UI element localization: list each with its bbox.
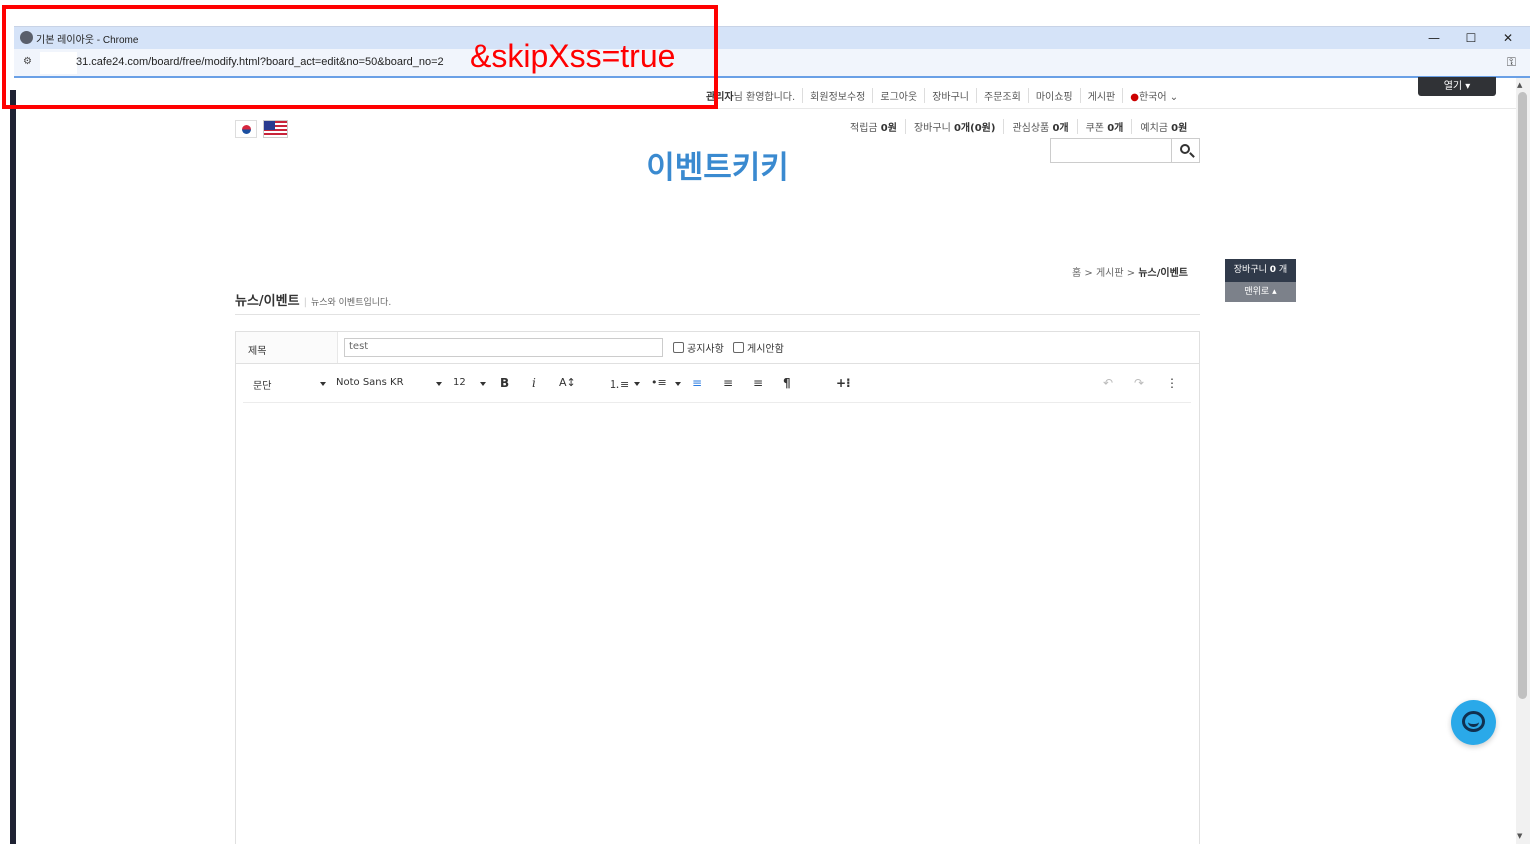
search-input[interactable] [1050,138,1172,163]
caret-up-icon: ▴ [1272,287,1277,297]
scroll-top-button[interactable]: 맨위로 ▴ [1225,282,1296,302]
menu-myshop[interactable]: 마이쇼핑 [1027,87,1080,103]
caret-down-icon [675,382,681,386]
notice-checkbox[interactable] [673,342,684,353]
coupon-info[interactable]: 쿠폰 0개 [1076,119,1132,134]
editor-body[interactable] [243,404,1191,844]
menu-cart[interactable]: 장바구니 [924,87,976,103]
bold-icon[interactable]: B [500,376,509,390]
member-info-line: 적립금 0원 장바구니 0개(0원) 관심상품 0개 쿠폰 0개 예치금 0원 [850,119,1195,134]
usa-flag-icon[interactable] [263,120,288,138]
unordered-list-icon[interactable]: •≡ [651,376,667,389]
cart-info[interactable]: 장바구니 0개(0원) [904,119,1003,134]
font-size-icon[interactable]: A↕ [559,376,576,389]
maximize-button[interactable]: ☐ [1456,29,1486,47]
scrollbar-thumb[interactable] [1518,92,1527,699]
insert-more-icon[interactable]: +⁝ [836,376,851,390]
menu-board[interactable]: 게시판 [1079,87,1123,103]
open-button[interactable]: 열기 ▾ [1418,77,1496,96]
top-menu: 관리자님 환영합니다. 회원정보수정 로그아웃 장바구니 주문조회 마이쇼핑 게… [706,87,1185,103]
hide-checkbox[interactable] [733,342,744,353]
deposit-info[interactable]: 예치금 0원 [1131,119,1195,134]
quick-cart-button[interactable]: 장바구니 0 개 [1225,259,1296,282]
ordered-list-icon[interactable]: ⒈≡ [609,376,629,392]
hide-label: 게시안함 [747,344,784,355]
annotation-text: &skipXss=true [470,38,676,74]
welcome-text: 관리자님 환영합니다. [706,91,796,103]
chat-button[interactable] [1451,700,1496,745]
font-family-select[interactable]: Noto Sans KR [336,377,404,388]
mileage-info[interactable]: 적립금 0원 [850,119,905,134]
subject-label: 제목 [236,332,338,363]
editor-toolbar: 문단 Noto Sans KR 12 B i A↕ ⒈≡ •≡ ≡ ≡ ≡ ¶ … [243,372,1191,403]
paragraph-format-icon[interactable]: ¶ [783,376,791,390]
board-title: 뉴스/이벤트 | 뉴스와 이벤트입니다. [235,294,392,309]
scroll-up-icon[interactable]: ▲ [1517,81,1522,89]
undo-icon[interactable]: ↶ [1103,376,1113,390]
breadcrumb-board[interactable]: 게시판 [1096,268,1124,279]
breadcrumb-home[interactable]: 홈 [1072,268,1081,279]
wishlist-info[interactable]: 관심상품 0개 [1003,119,1076,134]
site-logo[interactable]: 이벤트키키 [560,142,875,187]
notice-label: 공지사항 [687,344,724,355]
caret-down-icon [634,382,640,386]
page-title: 뉴스/이벤트 [235,294,300,309]
menu-order-lookup[interactable]: 주문조회 [976,87,1028,103]
subject-input[interactable]: test [344,338,663,357]
scroll-down-icon[interactable]: ▼ [1517,832,1522,840]
chevron-down-icon: ⌄ [1169,91,1179,103]
breadcrumb: 홈 > 게시판 > 뉴스/이벤트 [1072,268,1188,279]
paragraph-select[interactable]: 문단 [253,377,271,392]
minimize-button[interactable]: — [1419,29,1449,47]
language-select[interactable]: ●한국어 ⌄ [1122,87,1185,103]
align-center-icon[interactable]: ≡ [723,376,733,390]
caret-down-icon [480,382,486,386]
align-right-icon[interactable]: ≡ [753,376,763,390]
more-options-icon[interactable]: ⋮ [1166,376,1178,390]
caret-down-icon [436,382,442,386]
screen: 기본 레이아웃 - Chrome — ☐ ✕ ⚙ 31.cafe24.com/b… [0,0,1533,844]
menu-logout[interactable]: 로그아웃 [872,87,924,103]
italic-icon[interactable]: i [532,376,536,390]
align-left-icon[interactable]: ≡ [692,376,702,390]
key-icon[interactable]: ⚿ [1507,55,1516,70]
caret-down-icon [320,382,326,386]
close-button[interactable]: ✕ [1493,29,1523,47]
breadcrumb-current: 뉴스/이벤트 [1138,268,1188,279]
board-description: 뉴스와 이벤트입니다. [310,298,392,308]
font-size-select[interactable]: 12 [453,377,466,388]
korea-flag-icon: ● [1130,91,1139,103]
menu-modify-member[interactable]: 회원정보수정 [802,87,872,103]
redo-icon[interactable]: ↷ [1134,376,1144,390]
divider [235,314,1200,315]
background-window-edge [10,90,16,844]
search-button[interactable] [1171,138,1200,163]
korea-flag-icon[interactable] [235,120,257,138]
